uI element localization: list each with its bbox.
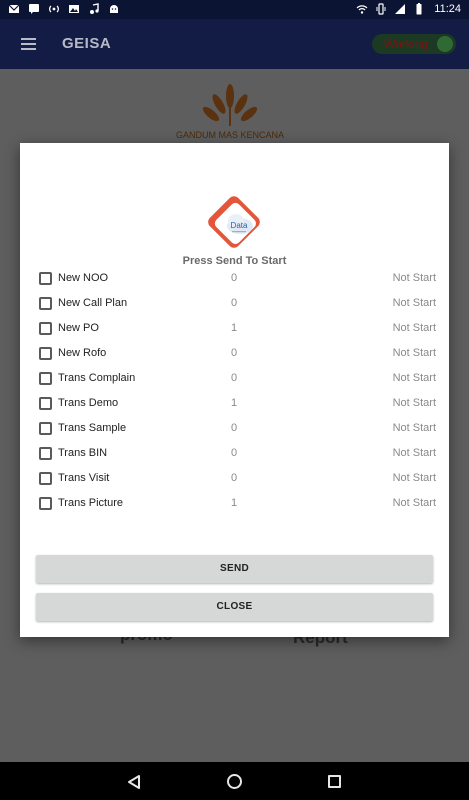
app-bar: GEISA Working xyxy=(0,19,469,69)
row-status: Not Start xyxy=(392,397,436,409)
row-status: Not Start xyxy=(392,272,436,284)
battery-icon xyxy=(413,3,425,15)
row-checkbox[interactable] xyxy=(39,397,52,410)
sync-row[interactable]: Trans Picture 1 Not Start xyxy=(20,491,449,516)
sync-row[interactable]: New PO 1 Not Start xyxy=(20,316,449,341)
hotspot-icon xyxy=(48,3,60,15)
row-label: New Call Plan xyxy=(58,297,128,309)
row-label: Trans Demo xyxy=(58,397,119,409)
sync-row[interactable]: New NOO 0 Not Start xyxy=(20,266,449,291)
row-status: Not Start xyxy=(392,372,436,384)
row-status: Not Start xyxy=(392,297,436,309)
row-label: New PO xyxy=(58,322,99,334)
row-count: 0 xyxy=(230,372,238,384)
home-icon[interactable] xyxy=(227,774,242,789)
row-checkbox[interactable] xyxy=(39,272,52,285)
row-label: New NOO xyxy=(58,272,109,284)
hamburger-menu-icon[interactable] xyxy=(21,38,36,50)
row-count: 1 xyxy=(230,497,238,509)
row-status: Not Start xyxy=(392,472,436,484)
working-toggle-label: Working xyxy=(384,37,428,51)
logo-text: Data xyxy=(231,221,248,230)
row-count: 0 xyxy=(230,347,238,359)
sync-row[interactable]: Trans Demo 1 Not Start xyxy=(20,391,449,416)
chat-icon xyxy=(28,3,40,15)
back-icon[interactable] xyxy=(126,774,142,790)
row-checkbox[interactable] xyxy=(39,372,52,385)
vibrate-icon xyxy=(375,3,387,15)
row-count: 0 xyxy=(230,422,238,434)
row-checkbox[interactable] xyxy=(39,447,52,460)
sync-list: New NOO 0 Not Start New Call Plan 0 Not Start… xyxy=(20,266,449,516)
send-button[interactable]: SEND xyxy=(36,555,433,583)
toggle-knob xyxy=(437,36,453,52)
recent-apps-icon[interactable] xyxy=(328,775,341,788)
row-label: Trans BIN xyxy=(58,447,108,459)
row-label: Trans Picture xyxy=(58,497,124,509)
row-checkbox[interactable] xyxy=(39,472,52,485)
row-label: Trans Sample xyxy=(58,422,127,434)
row-label: Trans Complain xyxy=(58,372,136,384)
row-checkbox[interactable] xyxy=(39,322,52,335)
close-button[interactable]: CLOSE xyxy=(36,593,433,621)
row-count: 1 xyxy=(230,397,238,409)
music-icon xyxy=(88,3,100,15)
row-count: 0 xyxy=(230,447,238,459)
data-sync-logo: Data xyxy=(204,192,264,254)
row-count: 0 xyxy=(230,272,238,284)
sync-dialog: Data Press Send To Start New NOO 0 Not Sta… xyxy=(20,143,449,637)
signal-icon xyxy=(394,3,406,15)
row-status: Not Start xyxy=(392,347,436,359)
row-count: 0 xyxy=(230,297,238,309)
row-status: Not Start xyxy=(392,422,436,434)
photo-icon xyxy=(68,3,80,15)
row-checkbox[interactable] xyxy=(39,297,52,310)
brand-logo: GANDUM MAS KENCANA xyxy=(155,78,305,142)
row-count: 0 xyxy=(230,472,238,484)
working-toggle[interactable]: Working xyxy=(372,34,456,54)
row-label: Trans Visit xyxy=(58,472,110,484)
sync-row[interactable]: Trans BIN 0 Not Start xyxy=(20,441,449,466)
android-icon xyxy=(108,3,120,15)
app-title: GEISA xyxy=(62,35,112,52)
navigation-bar xyxy=(0,762,469,800)
status-bar: 11:24 xyxy=(0,0,469,19)
row-checkbox[interactable] xyxy=(39,422,52,435)
row-checkbox[interactable] xyxy=(39,347,52,360)
row-status: Not Start xyxy=(392,447,436,459)
status-time: 11:24 xyxy=(434,3,461,15)
brand-name: GANDUM MAS KENCANA xyxy=(176,130,284,140)
sync-row[interactable]: New Call Plan 0 Not Start xyxy=(20,291,449,316)
row-label: New Rofo xyxy=(58,347,107,359)
sync-row[interactable]: Trans Sample 0 Not Start xyxy=(20,416,449,441)
sync-row[interactable]: New Rofo 0 Not Start xyxy=(20,341,449,366)
row-count: 1 xyxy=(230,322,238,334)
row-checkbox[interactable] xyxy=(39,497,52,510)
row-status: Not Start xyxy=(392,497,436,509)
wifi-icon xyxy=(356,3,368,15)
sync-row[interactable]: Trans Complain 0 Not Start xyxy=(20,366,449,391)
row-status: Not Start xyxy=(392,322,436,334)
mail-icon xyxy=(8,3,20,15)
sync-row[interactable]: Trans Visit 0 Not Start xyxy=(20,466,449,491)
